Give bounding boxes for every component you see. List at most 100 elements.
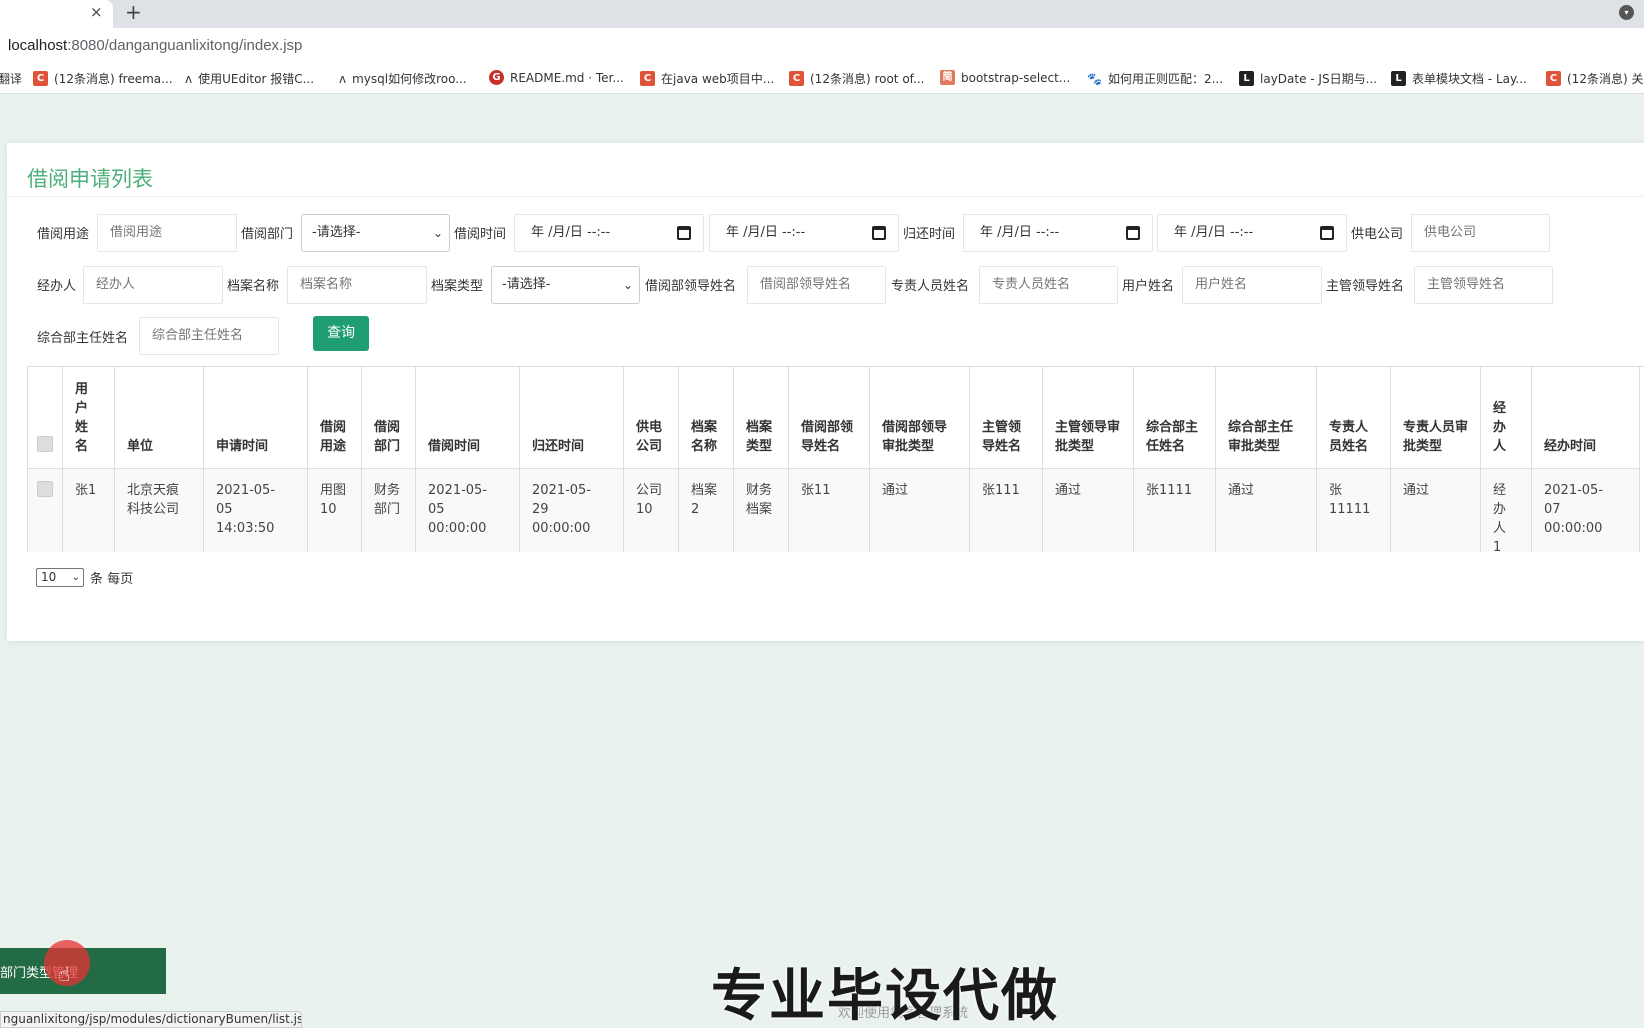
- bookmarks-bar: 翻译 C (12条消息) freema... ʌ 使用UEditor 报错C... …: [0, 62, 1644, 94]
- label-dangan-type: 档案类型: [431, 279, 484, 294]
- query-button[interactable]: 查询: [313, 316, 369, 351]
- table-column: 用户姓名 张1: [63, 367, 115, 552]
- link-icon: ʌ: [339, 71, 347, 86]
- table-header: 单位: [115, 367, 203, 469]
- jieyue-leader-input[interactable]: [747, 266, 886, 304]
- bookmark-item[interactable]: C (12条消息) freema...: [33, 70, 173, 87]
- table-cell: 张11: [789, 469, 869, 552]
- table-header: 借阅部领导审批类型: [870, 367, 969, 469]
- page-size-select[interactable]: 10 ⌄: [36, 568, 84, 587]
- table-column: 借阅时间 2021-05-05 00:00:00: [416, 367, 520, 552]
- zhuanze-input[interactable]: [979, 266, 1118, 304]
- table-header: 借阅部领导姓名: [789, 367, 869, 469]
- yonghu-input[interactable]: [1182, 266, 1322, 304]
- divider: [7, 196, 1644, 197]
- guihuan-time-start[interactable]: 年 /月/日 --:--: [963, 214, 1153, 252]
- table-cell: 2021-05-05 00:00:00: [416, 469, 519, 552]
- gitee-icon: G: [489, 70, 504, 85]
- bookmark-item[interactable]: 简 bootstrap-select...: [940, 70, 1070, 85]
- table-column: 综合部主任审批类型 通过: [1216, 367, 1317, 552]
- label-yonghu: 用户姓名: [1122, 279, 1175, 294]
- table-row: [28, 469, 62, 552]
- table-header: 专责人员审批类型: [1391, 367, 1480, 469]
- csdn-icon: C: [33, 71, 48, 86]
- table-cell: 通过: [870, 469, 969, 552]
- table-cell: 用图10: [308, 469, 361, 552]
- new-tab-icon[interactable]: +: [125, 0, 142, 24]
- browser-tab[interactable]: ×: [0, 0, 113, 28]
- table-column: 综合部主任姓名 张1111: [1134, 367, 1216, 552]
- status-bar-url: nguanlixitong/jsp/modules/dictionaryBume…: [0, 1011, 302, 1028]
- table-column: 借阅部门 财务部门: [362, 367, 416, 552]
- table-header: 申请时间: [204, 367, 307, 469]
- table-column: 借阅用途 用图10: [308, 367, 362, 552]
- jingbanren-input[interactable]: [83, 266, 223, 304]
- table-column: 借阅部领导审批类型 通过: [870, 367, 970, 552]
- bookmark-item[interactable]: C (12条消息) root of...: [789, 70, 924, 87]
- table-column: 专责人员审批类型 通过: [1391, 367, 1481, 552]
- chevron-down-icon: ⌄: [622, 278, 633, 292]
- table-cell: 通过: [1391, 469, 1480, 552]
- dangan-type-select[interactable]: -请选择- ⌄: [491, 266, 640, 304]
- bookmark-item[interactable]: LlayDate - JS日期与...: [1239, 70, 1377, 87]
- calendar-icon[interactable]: [677, 226, 691, 240]
- table-column: 归还时间 2021-05-29 00:00:00: [520, 367, 624, 552]
- guihuan-time-end[interactable]: 年 /月/日 --:--: [1157, 214, 1347, 252]
- table-header: 归还时间: [520, 367, 623, 469]
- pager: 10 ⌄ 条 每页: [36, 568, 133, 587]
- label-jingbanren: 经办人: [37, 279, 77, 294]
- jianshu-icon: 简: [940, 70, 955, 85]
- zhuguan-input[interactable]: [1414, 266, 1553, 304]
- table-header: 主管领导审批类型: [1043, 367, 1133, 469]
- gongdian-gongsi-input[interactable]: [1411, 214, 1550, 252]
- jieyue-bumen-select[interactable]: -请选择- ⌄: [301, 214, 450, 252]
- bookmark-item[interactable]: ʌ 使用UEditor 报错C...: [185, 70, 314, 87]
- dangan-name-input[interactable]: [287, 266, 427, 304]
- table-cell: 档案2: [679, 469, 733, 552]
- calendar-icon[interactable]: [1320, 226, 1334, 240]
- select-all-checkbox[interactable]: [37, 436, 53, 452]
- table-header: 主管领导姓名: [970, 367, 1042, 469]
- calendar-icon[interactable]: [872, 226, 886, 240]
- table-header: [28, 367, 62, 469]
- label-zhuanze: 专责人员姓名: [891, 279, 970, 294]
- calendar-icon[interactable]: [1126, 226, 1140, 240]
- address-bar[interactable]: localhost:8080/danganguanlixitong/index.…: [0, 28, 1644, 62]
- table-cell: 通过: [1043, 469, 1133, 552]
- table-header: 综合部主任审批类型: [1216, 367, 1316, 469]
- bookmark-item[interactable]: G README.md · Ter...: [489, 70, 624, 85]
- table-column: 档案类型 财务档案: [734, 367, 789, 552]
- table-cell: 张1111: [1134, 469, 1215, 552]
- table-cell: 通过: [1216, 469, 1316, 552]
- table-header: 借阅用途: [308, 367, 361, 469]
- bookmark-item[interactable]: L 表单模块文档 - Lay...: [1391, 70, 1527, 87]
- table-column: 供电公司 公司10: [624, 367, 679, 552]
- page-title: 借阅申请列表: [27, 167, 153, 191]
- chevron-down-icon: ⌄: [71, 572, 80, 583]
- table-header: 借阅部门: [362, 367, 415, 469]
- label-jieyue-time: 借阅时间: [454, 227, 507, 242]
- table-cell: 2021-05-29 00:00:00: [520, 469, 623, 552]
- bookmark-item[interactable]: 🐾 如何用正则匹配：2...: [1087, 70, 1223, 87]
- jieyue-time-end[interactable]: 年 /月/日 --:--: [709, 214, 899, 252]
- row-checkbox[interactable]: [37, 481, 53, 497]
- jieyue-time-start[interactable]: 年 /月/日 --:--: [514, 214, 704, 252]
- table-column: 申请时间 2021-05-05 14:03:50: [204, 367, 308, 552]
- layui-icon: L: [1391, 71, 1406, 86]
- label-dangan-name: 档案名称: [227, 279, 280, 294]
- bookmark-item[interactable]: 翻译: [0, 70, 22, 87]
- table-column: 主管领导姓名 张111: [970, 367, 1043, 552]
- table-column: 专责人员姓名 张11111: [1317, 367, 1391, 552]
- zonghe-input[interactable]: [139, 317, 279, 355]
- label-jieyue-bumen: 借阅部门: [241, 227, 294, 242]
- label-gongdian-gongsi: 供电公司: [1351, 227, 1404, 242]
- table-header: 经办人: [1481, 367, 1531, 469]
- table-cell: 经办人1: [1481, 469, 1531, 552]
- jieyue-yongtu-input[interactable]: [97, 214, 237, 252]
- close-tab-icon[interactable]: ×: [90, 3, 103, 21]
- label-jieyue-yongtu: 借阅用途: [37, 227, 90, 242]
- bookmark-item[interactable]: ʌ mysql如何修改roo...: [339, 70, 467, 87]
- bookmark-item[interactable]: C 在java web项目中...: [640, 70, 774, 87]
- tab-search-icon[interactable]: ▾: [1619, 5, 1634, 20]
- bookmark-item[interactable]: C (12条消息) 关: [1546, 70, 1643, 87]
